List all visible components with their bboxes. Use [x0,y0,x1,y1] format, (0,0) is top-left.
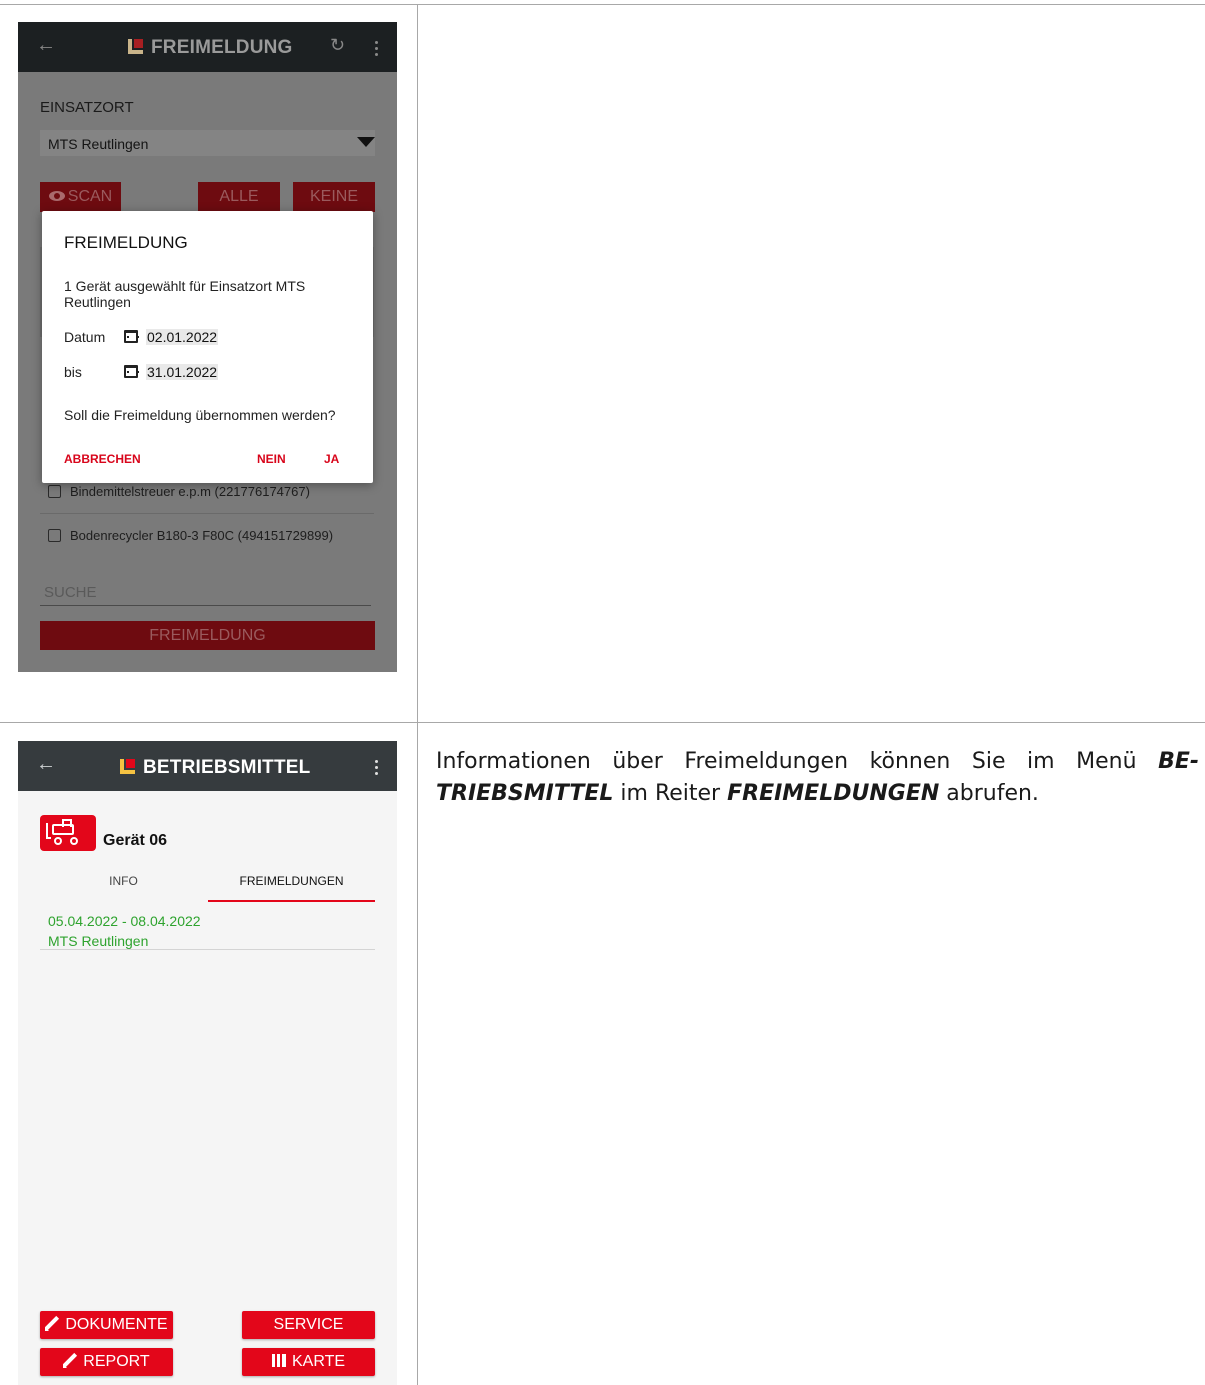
date-from-field[interactable]: 02.01.2022 [146,329,219,345]
list-divider [40,513,374,514]
description-text: Informationen über Freimeldungen können … [436,749,1199,806]
app-bar: ← BETRIEBSMITTEL [18,741,397,791]
search-input[interactable]: SUCHE [44,584,97,601]
betriebsmittel-screen: ← BETRIEBSMITTEL Gerät 06 INFO FREIMELDU… [18,741,397,1385]
table-border-middle [0,722,1205,723]
date-to-field[interactable]: 31.01.2022 [146,364,219,380]
date-to-label: bis [64,364,82,380]
list-divider [40,949,375,950]
pencil-icon [45,1316,60,1331]
eye-icon [48,191,65,201]
documents-button[interactable]: DOKUMENTE [40,1311,173,1339]
device-name: Gerät 06 [103,832,168,849]
more-menu-icon[interactable] [375,760,381,778]
app-logo-icon [120,759,135,774]
search-underline [40,605,371,606]
freimeldung-entry-dates[interactable]: 05.04.2022 - 08.04.2022 [48,913,201,929]
service-button[interactable]: SERVICE [242,1311,375,1339]
date-to-row: bis 31.01.2022 [64,364,219,380]
dialog-question: Soll die Freimeldung übernommen werden? [64,407,336,423]
table-border-center [417,4,418,1385]
app-bar-title: FREIMELDUNG [128,37,293,59]
select-none-button[interactable]: KEINE [293,182,375,212]
einsatzort-label: EINSATZORT [40,99,134,116]
yes-button[interactable]: JA [324,452,339,466]
no-button[interactable]: NEIN [257,452,286,466]
map-button[interactable]: KARTE [242,1348,375,1376]
tab-info[interactable]: INFO [40,874,207,888]
tab-name: FREIMELDUNGEN [727,781,940,806]
select-all-button[interactable]: ALLE [198,182,280,212]
einsatzort-value: MTS Reutlingen [48,136,149,152]
back-arrow-icon[interactable]: ← [36,34,56,57]
calendar-icon[interactable] [124,365,139,378]
checkbox[interactable] [48,485,61,498]
list-item[interactable]: Bindemittelstreuer e.p.m (221776174767) [48,484,310,499]
einsatzort-select[interactable]: MTS Reutlingen [40,130,375,156]
date-from-label: Datum [64,329,106,345]
confirm-dialog: FREIMELDUNG 1 Gerät ausgewählt für Einsa… [42,211,373,483]
sync-icon[interactable]: ↻ [330,35,345,56]
list-item[interactable]: Bodenrecycler B180-3 F80C (494151729899) [48,528,333,543]
back-arrow-icon[interactable]: ← [36,753,56,776]
more-menu-icon[interactable] [375,41,381,59]
bulldozer-icon [40,815,96,851]
table-border-top [0,4,1205,5]
checkbox[interactable] [48,529,61,542]
dropdown-caret-icon [357,137,375,147]
freimeldung-entry-location[interactable]: MTS Reutlingen [48,933,148,949]
pencil-icon [63,1353,78,1368]
date-from-row: Datum 02.01.2022 [64,329,219,345]
freimeldung-submit-button[interactable]: FREIMELDUNG [40,621,375,650]
active-tab-indicator [208,900,375,902]
app-bar: ← FREIMELDUNG ↻ [18,22,397,72]
app-bar-title: BETRIEBSMITTEL [120,757,310,779]
app-logo-icon [128,39,143,54]
cancel-button[interactable]: ABBRECHEN [64,452,141,466]
calendar-icon[interactable] [124,330,139,343]
report-button[interactable]: REPORT [40,1348,173,1376]
dialog-title: FREIMELDUNG [64,233,188,252]
map-icon [271,1354,286,1367]
tab-freimeldungen[interactable]: FREIMELDUNGEN [208,874,375,888]
dialog-message: 1 Gerät ausgewählt für Einsatzort MTS Re… [64,278,306,310]
scan-button[interactable]: SCAN [40,182,121,212]
